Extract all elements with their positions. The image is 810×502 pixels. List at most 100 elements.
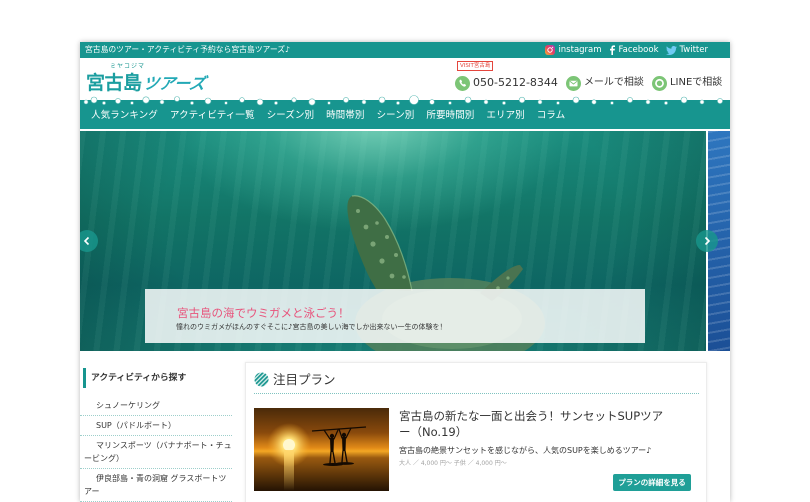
nav-item-duration[interactable]: 所要時間別 bbox=[426, 110, 474, 122]
bubble bbox=[291, 97, 297, 103]
sidebar-list: シュノーケリング SUP（パドルボート） マリンスポーツ（バナナボート・チュービ… bbox=[80, 396, 232, 502]
hero-caption: 宮古島の海でウミガメと泳ごう！ 憧れのウミガメがほんのすぐそこに♪宮古島の美しい… bbox=[145, 289, 645, 343]
bubble bbox=[680, 96, 688, 104]
turtle-spot bbox=[389, 273, 395, 279]
bubble bbox=[556, 101, 560, 105]
sidebar-item-marine-sports[interactable]: マリンスポーツ（バナナボート・チュービング） bbox=[80, 436, 232, 469]
hero-slide-turtle[interactable]: 宮古島の海でウミガメと泳ごう！ 憧れのウミガメがほんのすぐそこに♪宮古島の美しい… bbox=[80, 131, 706, 351]
nav-item-scene[interactable]: シーン別 bbox=[376, 110, 414, 122]
bubble bbox=[699, 99, 705, 105]
social-links: instagram Facebook Twitter bbox=[545, 42, 708, 58]
plan-description: 宮古島の絶景サンセットを感じながら、人気のSUPを楽しめるツアー♪ bbox=[399, 446, 652, 455]
bubble bbox=[396, 101, 400, 105]
bubble bbox=[483, 99, 489, 105]
nav-item-column[interactable]: コラム bbox=[537, 110, 566, 122]
page-container: 宮古島のツアー・アクティビティ予約なら宮古島ツアーズ♪ instagram Fa… bbox=[80, 42, 730, 502]
turtle-spot bbox=[379, 258, 385, 264]
nav-item-time-of-day[interactable]: 時間帯別 bbox=[326, 110, 364, 122]
bubble bbox=[429, 99, 435, 105]
twitter-link[interactable]: Twitter bbox=[665, 42, 708, 58]
sunset-sup-photo bbox=[254, 408, 389, 491]
hero-title: 宮古島の海でウミガメと泳ごう！ bbox=[177, 306, 350, 320]
sidebar-item-snorkeling[interactable]: シュノーケリング bbox=[80, 396, 232, 416]
bubble bbox=[378, 96, 386, 104]
bubble bbox=[464, 96, 472, 104]
sun bbox=[283, 439, 295, 451]
plan-title[interactable]: 宮古島の新たな一面と出会う！サンセットSUPツアー（No.19） bbox=[399, 408, 671, 440]
site-logo[interactable]: ミヤコジマ 宮古島ツアーズ bbox=[86, 60, 216, 98]
phone-contact[interactable]: 050-5212-8344 bbox=[455, 75, 558, 91]
bubble bbox=[190, 101, 194, 105]
facebook-icon bbox=[609, 45, 615, 55]
bubble bbox=[518, 96, 526, 104]
bubble bbox=[83, 99, 89, 105]
logo-ruby: ミヤコジマ bbox=[110, 63, 146, 70]
bubble bbox=[448, 101, 452, 105]
top-bar: 宮古島のツアー・アクティビティ予約なら宮古島ツアーズ♪ instagram Fa… bbox=[80, 42, 730, 58]
nav-item-area[interactable]: エリア別 bbox=[486, 110, 524, 122]
bubble bbox=[90, 96, 98, 104]
bubble bbox=[256, 98, 264, 106]
sidebar-item-glass-boat[interactable]: 伊良部島・青の洞窟 グラスボートツアー bbox=[80, 469, 232, 502]
hero-subtitle: 憧れのウミガメがほんのすぐそこに♪宮古島の美しい海でしか出来ない一生の体験を！ bbox=[176, 323, 447, 331]
chevron-left-icon bbox=[83, 236, 90, 246]
bubble bbox=[159, 99, 165, 105]
turtle-spot bbox=[356, 209, 360, 213]
nav-bubbles bbox=[83, 95, 723, 106]
wave-icon bbox=[254, 372, 269, 387]
plan-image[interactable] bbox=[254, 408, 389, 491]
instagram-icon bbox=[545, 45, 556, 55]
bubble bbox=[343, 97, 349, 103]
nav-item-ranking[interactable]: 人気ランキング bbox=[91, 110, 158, 122]
bubble bbox=[239, 97, 245, 103]
line-icon bbox=[651, 75, 667, 91]
turtle-spot bbox=[385, 235, 389, 239]
site-tagline: 宮古島のツアー・アクティビティ予約なら宮古島ツアーズ♪ bbox=[85, 45, 291, 54]
sidebar-item-sup[interactable]: SUP（パドルボート） bbox=[80, 416, 232, 436]
sun-reflection bbox=[284, 450, 294, 491]
contact-links: 050-5212-8344 メールで相談 LINEで相談 bbox=[455, 75, 722, 91]
hero-slider: 宮古島の海でウミガメと泳ごう！ 憧れのウミガメがほんのすぐそこに♪宮古島の美しい… bbox=[80, 131, 730, 351]
logo-main-text: 宮古島 bbox=[86, 72, 142, 94]
turtle-spot bbox=[375, 221, 379, 225]
bubble bbox=[327, 101, 331, 105]
slider-next-button[interactable] bbox=[696, 230, 718, 252]
bubble bbox=[115, 98, 121, 104]
bubble bbox=[591, 99, 597, 105]
turtle-spot bbox=[370, 241, 376, 247]
instagram-link[interactable]: instagram bbox=[545, 42, 602, 58]
bubble bbox=[130, 101, 134, 105]
turtle-spot bbox=[506, 276, 510, 280]
featured-plans: 注目プラン 宮古島の新たな一面と出会う！サンセットSUPツアー（No.19） 宮… bbox=[245, 362, 707, 502]
facebook-label: Facebook bbox=[618, 45, 659, 55]
turtle-spot bbox=[363, 224, 369, 230]
nav-item-activities[interactable]: アクティビティ一覧 bbox=[170, 110, 255, 122]
mail-contact-label: メールで相談 bbox=[583, 77, 644, 88]
bubble bbox=[204, 97, 212, 105]
mail-contact[interactable]: メールで相談 bbox=[565, 75, 644, 91]
line-contact-label: LINEで相談 bbox=[669, 77, 723, 88]
featured-heading: 注目プラン bbox=[273, 372, 336, 387]
line-contact[interactable]: LINEで相談 bbox=[651, 75, 723, 91]
bubble bbox=[142, 96, 150, 104]
bubble bbox=[572, 96, 580, 104]
plan-detail-button[interactable]: プランの詳細を見る bbox=[613, 474, 691, 491]
nav-item-season[interactable]: シーズン別 bbox=[267, 110, 315, 122]
phone-number: 050-5212-8344 bbox=[473, 76, 558, 89]
mail-icon bbox=[565, 75, 581, 91]
facebook-link[interactable]: Facebook bbox=[609, 42, 659, 58]
bubble bbox=[102, 101, 106, 105]
instagram-label: instagram bbox=[558, 45, 602, 55]
bubble bbox=[664, 101, 668, 105]
activity-sidebar: アクティビティから探す シュノーケリング SUP（パドルボート） マリンスポーツ… bbox=[80, 368, 232, 502]
bubble bbox=[361, 99, 367, 105]
turtle-spot bbox=[394, 253, 398, 257]
phone-icon bbox=[455, 75, 470, 91]
turtle-spot bbox=[402, 275, 406, 279]
reception-badge: VISIT宮古島 bbox=[457, 61, 494, 71]
chevron-right-icon bbox=[704, 236, 711, 246]
plan-price: 大人 ／ 4,000 円〜 子供 ／ 4,000 円〜 bbox=[399, 460, 507, 467]
heading-divider bbox=[254, 393, 699, 394]
bubble bbox=[537, 99, 543, 105]
bubble bbox=[627, 97, 633, 103]
